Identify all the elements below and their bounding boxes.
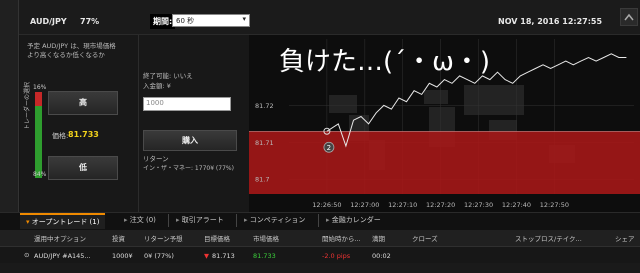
price-value: 81.733 [68,130,99,139]
payout-percent: 77% [80,17,100,26]
order-panel [138,35,249,212]
amount-label: 入金額: ¥ [143,82,171,90]
tab-divider [168,214,169,227]
column-header: クローズ [412,235,438,243]
settings-button[interactable] [620,8,638,26]
x-tick-label: 12:27:10 [388,201,417,209]
pair-name: AUD/JPY [30,17,67,26]
expand-icon [624,13,634,21]
chart-overlay-text: 負けた…(´・ω・) [279,47,490,77]
x-tick-label: 12:26:50 [312,201,341,209]
x-tick-label: 12:27:30 [464,201,493,209]
column-header: シェア [615,235,635,243]
column-header: 開始時から... [322,235,361,243]
tab-competition[interactable]: ▸ コンペティション [238,213,311,228]
market-price: 81.733 [253,252,276,260]
column-header: 運用中オプション [34,235,86,243]
tab-label: 金融カレンダー [331,216,381,224]
expiry-countdown: 00:02 [372,252,391,260]
tab-divider [236,214,237,227]
tab-open-trades[interactable]: ▾ オープントレード (1) [20,213,106,229]
tab-economic-calendar[interactable]: ▸ 金融カレンダー [320,213,387,228]
x-axis-ticks: 12:26:50 12:27:00 12:27:10 12:27:20 12:27:30… [312,201,569,209]
y-tick-label: 81.7 [255,176,269,184]
x-tick-label: 12:27:00 [350,201,379,209]
left-side-strip [0,0,19,212]
option-name: AUD/JPY #A145... [34,252,91,260]
return-label: リターン [143,155,169,163]
low-button[interactable]: 低 [48,156,118,180]
x-tick-label: 12:27:50 [540,201,569,209]
pips-change: -2.0 pips [322,252,351,260]
ratio-low-percent: 84% [33,171,47,178]
forecast-text: 予定 AUD/JPY は、現市場価格 より高くなるか低くなるか [27,42,116,59]
expand-icon[interactable]: ⊙ [24,251,29,259]
amount-input[interactable]: 1000 [143,97,231,111]
return-value: イン・ザ・マネー: 1770¥ (77%) [143,165,234,172]
column-header: リターン予想 [144,235,183,243]
price-label: 価格: [52,132,69,140]
column-header: ストップロス/テイク... [515,235,582,243]
high-button[interactable]: 高 [48,91,118,115]
y-tick-label: 81.71 [255,139,274,147]
target-price: 81.713 [212,252,235,260]
table-row[interactable] [0,247,640,263]
tab-trade-alerts[interactable]: ▸ 取引アラート [170,213,230,228]
datetime: NOV 18, 2016 12:27:55 [498,17,603,26]
ratio-high-percent: 16% [33,84,47,91]
buy-button[interactable]: 購入 [143,130,237,151]
column-header: 投資 [112,235,125,243]
expected-return: 0¥ (77%) [144,252,174,260]
tab-label: 注文 (0) [129,216,156,224]
ratio-bar-high [35,92,42,106]
tab-divider [318,214,319,227]
expiry-value: 60 秒 [176,17,195,25]
tab-label: オープントレード (1) [31,218,100,226]
x-tick-label: 12:27:40 [502,201,531,209]
entry-badge-label: 2 [327,144,331,152]
tab-label: コンペティション [249,216,306,224]
price-chart[interactable]: 2 81.72 81.71 81.7 12:26:50 12:27:00 12:27:1… [249,35,640,212]
column-header: 目標価格 [204,235,230,243]
ratio-bar-low [35,105,42,178]
investment: 1000¥ [112,252,133,260]
ratio-label: トレーダーの選択 [24,81,31,130]
loss-zone [249,131,640,194]
tab-label: 取引アラート [181,216,224,224]
early-close-text: 終了可能: いいえ [143,72,193,80]
expiry-select[interactable]: 60 秒 ▾ [172,14,250,27]
x-tick-label: 12:27:20 [426,201,455,209]
y-tick-label: 81.72 [255,102,274,110]
next-row-strip [0,263,640,273]
down-arrow-icon: ▼ [204,252,209,260]
column-header: 満期 [372,235,385,243]
tab-orders[interactable]: ▸ 注文 (0) [118,213,162,228]
chevron-down-icon: ▾ [242,15,246,23]
column-header: 市場価格 [253,235,279,243]
